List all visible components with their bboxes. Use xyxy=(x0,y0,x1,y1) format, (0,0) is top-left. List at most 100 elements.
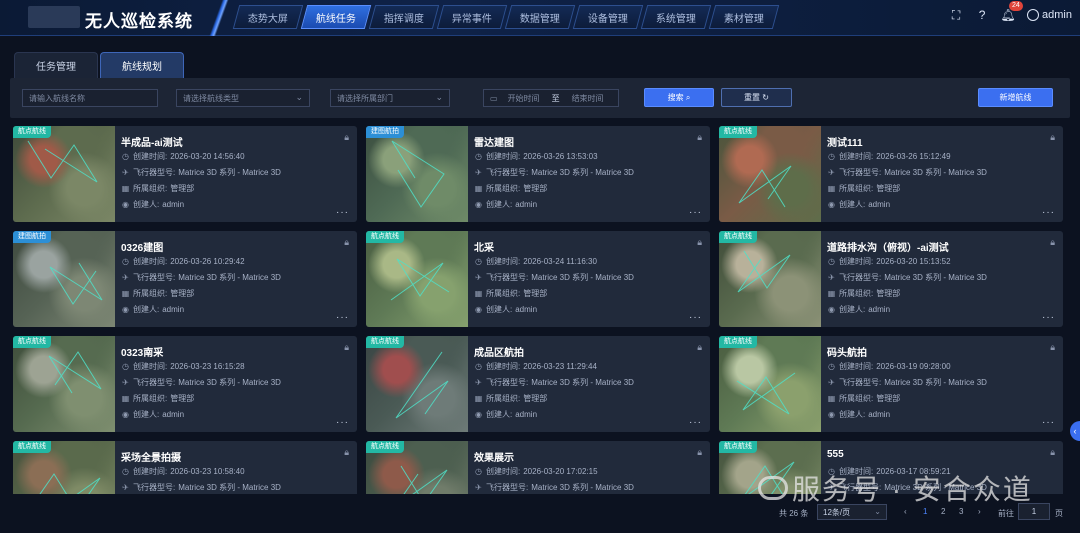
page-3[interactable]: 3 xyxy=(959,507,963,516)
meta-value: Matrice 3D 系列 - Matrice 3D xyxy=(884,483,987,492)
lock-icon[interactable]: 🔒︎ xyxy=(344,237,349,248)
user-icon: ◉ xyxy=(122,410,129,419)
nav-tab-7[interactable]: 素材管理 xyxy=(708,5,780,29)
more-actions-icon[interactable]: ··· xyxy=(689,418,702,428)
subtab-1[interactable]: 航线规划 xyxy=(100,52,184,78)
dept-select[interactable]: 请选择所属部门 ⌄ xyxy=(330,89,450,107)
route-type-select[interactable]: 请选择航线类型 ⌄ xyxy=(176,89,310,107)
route-thumbnail[interactable]: 航点航线 xyxy=(719,126,821,222)
route-title[interactable]: 码头航拍 xyxy=(827,344,867,359)
goto-label: 前往 xyxy=(998,509,1014,518)
page-2[interactable]: 2 xyxy=(941,507,945,516)
meta-value: admin xyxy=(162,410,185,419)
page-size-select[interactable]: 12条/页 ⌄ xyxy=(817,504,887,520)
route-meta-org: ▦ 所属组织: 管理部 xyxy=(121,393,195,404)
route-card[interactable]: 航点航线 效果展示 🔒︎ ◷ 创建时间: 2026-03-20 17:02:15 ✈ 飞行器型… xyxy=(366,441,710,494)
route-title[interactable]: 555 xyxy=(827,449,844,460)
notification-icon[interactable]: 🔔︎ 24 xyxy=(1000,1,1023,22)
next-page-button[interactable]: › xyxy=(978,507,981,516)
route-card[interactable]: 航点航线 0323南采 🔒︎ ◷ 创建时间: 2026-03-23 16:15:28 ✈ 飞行… xyxy=(13,336,357,432)
more-actions-icon[interactable]: ··· xyxy=(1042,208,1055,218)
nav-tab-2[interactable]: 指挥调度 xyxy=(368,5,440,29)
route-card[interactable]: 航点航线 北采 🔒︎ ◷ 创建时间: 2026-03-24 11:16:30 ✈ 飞行器型号:… xyxy=(366,231,710,327)
route-meta-created: ◷ 创建时间: 2026-03-23 10:58:40 xyxy=(121,466,245,477)
meta-label: 创建人: xyxy=(486,305,513,314)
route-thumbnail[interactable]: 航点航线 xyxy=(366,231,468,327)
route-title[interactable]: 半成品-ai测试 xyxy=(121,134,183,149)
more-actions-icon[interactable]: ··· xyxy=(1042,418,1055,428)
route-meta-creator: ◉ 创建人: admin xyxy=(121,304,184,315)
lock-icon[interactable]: 🔒︎ xyxy=(1050,237,1055,248)
route-card[interactable]: 航点航线 道路排水沟（俯视）-ai测试 🔒︎ ◷ 创建时间: 2026-03-20 15:… xyxy=(719,231,1063,327)
route-thumbnail[interactable]: 航点航线 xyxy=(13,126,115,222)
prev-page-button[interactable]: ‹ xyxy=(904,507,907,516)
nav-tab-0[interactable]: 态势大屏 xyxy=(232,5,304,29)
route-card[interactable]: 建图航拍 雷达建图 🔒︎ ◷ 创建时间: 2026-03-26 13:53:03 ✈ 飞行器型… xyxy=(366,126,710,222)
lock-icon[interactable]: 🔒︎ xyxy=(697,342,702,353)
date-range-picker[interactable]: ▭ 开始时间 至 结束时间 xyxy=(483,89,619,107)
help-icon[interactable]: ? xyxy=(975,8,989,22)
route-title[interactable]: 道路排水沟（俯视）-ai测试 xyxy=(827,239,949,254)
page-1[interactable]: 1 xyxy=(923,507,927,516)
route-thumbnail[interactable]: 建图航拍 xyxy=(13,231,115,327)
route-meta-created: ◷ 创建时间: 2026-03-20 15:13:52 xyxy=(827,256,951,267)
lock-icon[interactable]: 🔒︎ xyxy=(1050,132,1055,143)
route-thumbnail[interactable]: 航点航线 xyxy=(719,336,821,432)
reset-button[interactable]: 重置 ↻ xyxy=(721,88,792,107)
search-button[interactable]: 搜索 ⌕ xyxy=(644,88,714,107)
route-title[interactable]: 采场全景拍摄 xyxy=(121,449,181,464)
route-thumbnail[interactable]: 航点航线 xyxy=(13,441,115,494)
lock-icon[interactable]: 🔒︎ xyxy=(697,237,702,248)
route-title[interactable]: 测试111 xyxy=(827,134,863,149)
lock-icon[interactable]: 🔒︎ xyxy=(1050,342,1055,353)
goto-page-input[interactable]: 1 xyxy=(1018,503,1050,520)
route-name-input[interactable]: 请输入航线名称 xyxy=(22,89,158,107)
nav-tab-1[interactable]: 航线任务 xyxy=(300,5,372,29)
route-card[interactable]: 航点航线 半成品-ai测试 🔒︎ ◷ 创建时间: 2026-03-20 14:56:40 ✈… xyxy=(13,126,357,222)
nav-tab-3[interactable]: 异常事件 xyxy=(436,5,508,29)
add-route-button[interactable]: 新增航线 xyxy=(978,88,1053,107)
route-meta-created: ◷ 创建时间: 2026-03-26 15:12:49 xyxy=(827,151,951,162)
meta-value: admin xyxy=(515,410,538,419)
collapse-sidebar-button[interactable]: ‹ xyxy=(1070,421,1080,441)
lock-icon[interactable]: 🔒︎ xyxy=(697,447,702,458)
route-card[interactable]: 航点航线 采场全景拍摄 🔒︎ ◷ 创建时间: 2026-03-23 10:58:40 ✈ 飞行… xyxy=(13,441,357,494)
flight-path-overlay xyxy=(737,250,791,293)
more-actions-icon[interactable]: ··· xyxy=(336,313,349,323)
route-card[interactable]: 航点航线 成品区航拍 🔒︎ ◷ 创建时间: 2026-03-23 11:29:44 ✈ 飞行器… xyxy=(366,336,710,432)
nav-tab-5[interactable]: 设备管理 xyxy=(572,5,644,29)
route-card[interactable]: 建图航拍 0326建图 🔒︎ ◷ 创建时间: 2026-03-26 10:29:42 ✈ 飞行… xyxy=(13,231,357,327)
route-title[interactable]: 0323南采 xyxy=(121,344,163,359)
route-title[interactable]: 雷达建图 xyxy=(474,134,514,149)
route-thumbnail[interactable]: 航点航线 xyxy=(719,441,821,494)
route-thumbnail[interactable]: 航点航线 xyxy=(366,336,468,432)
route-title[interactable]: 成品区航拍 xyxy=(474,344,524,359)
lock-icon[interactable]: 🔒︎ xyxy=(344,132,349,143)
route-title[interactable]: 北采 xyxy=(474,239,494,254)
route-card[interactable]: 航点航线 测试111 🔒︎ ◷ 创建时间: 2026-03-26 15:12:49 ✈ 飞行器… xyxy=(719,126,1063,222)
main-nav: 态势大屏 航线任务 指挥调度 异常事件 数据管理 设备管理 系统管理 素材管理 xyxy=(232,5,780,31)
more-actions-icon[interactable]: ··· xyxy=(1042,313,1055,323)
lock-icon[interactable]: 🔒︎ xyxy=(1050,447,1055,458)
route-card[interactable]: 航点航线 555 🔒︎ ◷ 创建时间: 2026-03-17 08:59:21 ✈ 飞行器型号… xyxy=(719,441,1063,494)
more-actions-icon[interactable]: ··· xyxy=(689,313,702,323)
route-card[interactable]: 航点航线 码头航拍 🔒︎ ◷ 创建时间: 2026-03-19 09:28:00 ✈ 飞行器型… xyxy=(719,336,1063,432)
lock-icon[interactable]: 🔒︎ xyxy=(697,132,702,143)
more-actions-icon[interactable]: ··· xyxy=(689,208,702,218)
route-thumbnail[interactable]: 航点航线 xyxy=(719,231,821,327)
lock-icon[interactable]: 🔒︎ xyxy=(344,447,349,458)
more-actions-icon[interactable]: ··· xyxy=(336,418,349,428)
route-title[interactable]: 效果展示 xyxy=(474,449,514,464)
route-thumbnail[interactable]: 建图航拍 xyxy=(366,126,468,222)
route-title[interactable]: 0326建图 xyxy=(121,239,163,254)
nav-tab-4[interactable]: 数据管理 xyxy=(504,5,576,29)
more-actions-icon[interactable]: ··· xyxy=(336,208,349,218)
route-thumbnail[interactable]: 航点航线 xyxy=(13,336,115,432)
subtab-0[interactable]: 任务管理 xyxy=(14,52,98,78)
nav-tab-6[interactable]: 系统管理 xyxy=(640,5,712,29)
fullscreen-icon[interactable]: ⛶ xyxy=(949,8,963,22)
route-thumbnail[interactable]: 航点航线 xyxy=(366,441,468,494)
user-menu[interactable]: admin xyxy=(1027,9,1072,21)
lock-icon[interactable]: 🔒︎ xyxy=(344,342,349,353)
route-meta-created: ◷ 创建时间: 2026-03-20 17:02:15 xyxy=(474,466,598,477)
